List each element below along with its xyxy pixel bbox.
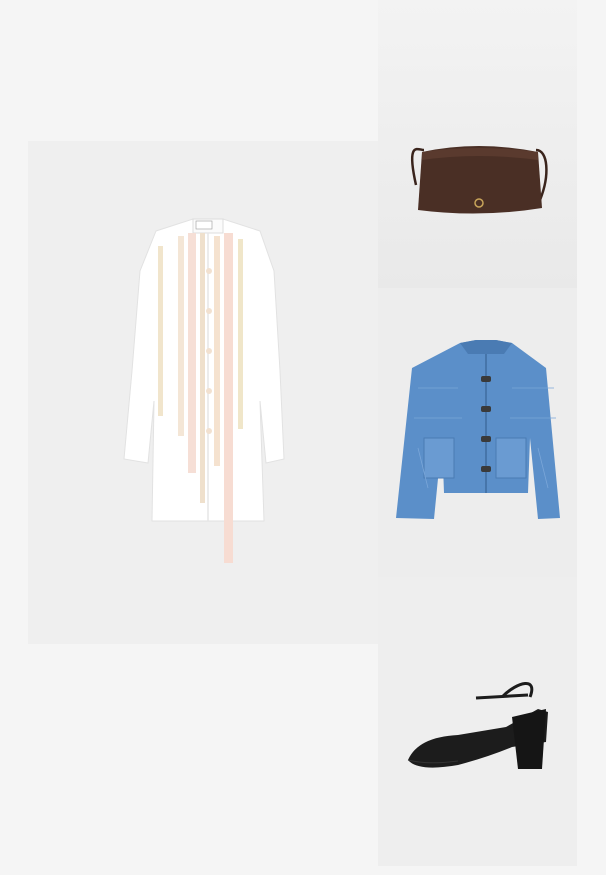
blue-jacket-image xyxy=(396,340,560,519)
product-card-heel[interactable] xyxy=(378,577,577,866)
white-shirt-image xyxy=(123,218,285,563)
brown-bag-image xyxy=(411,146,548,214)
black-heel-image xyxy=(407,682,548,769)
product-card-shirt[interactable] xyxy=(28,141,378,644)
product-card-jacket[interactable] xyxy=(378,288,577,577)
product-card-bag[interactable] xyxy=(378,0,577,288)
